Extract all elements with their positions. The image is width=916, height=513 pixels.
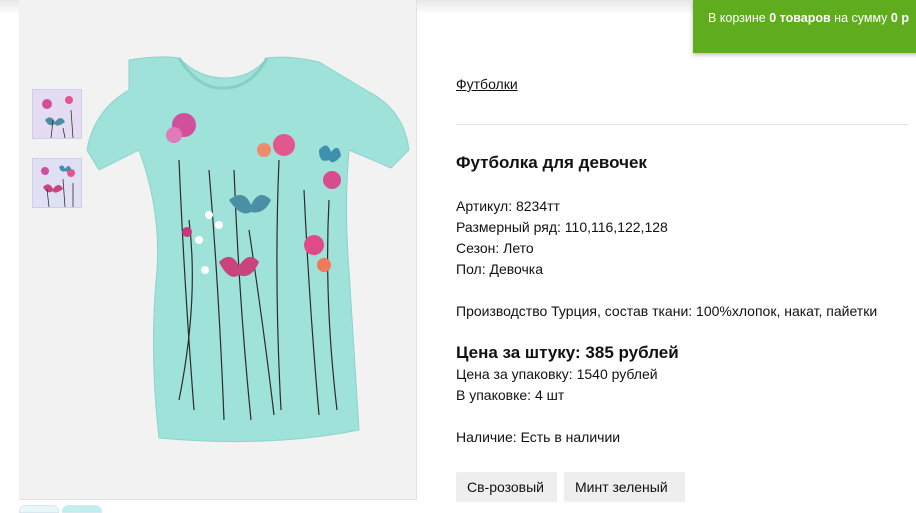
- price-per-pack: Цена за упаковку: 1540 рублей: [456, 366, 658, 382]
- product-gallery: [19, 0, 417, 500]
- price-per-unit: Цена за штуку: 385 рублей: [456, 343, 679, 362]
- season: Сезон: Лето: [456, 240, 534, 256]
- cart-notification[interactable]: В корзине 0 товаров на сумму 0 р: [693, 0, 916, 53]
- article: Артикул: 8234тт: [456, 198, 560, 214]
- gender: Пол: Девочка: [456, 261, 544, 277]
- bottom-thumbnail-2[interactable]: [62, 505, 102, 513]
- color-option-mint[interactable]: Минт зеленый: [564, 472, 685, 502]
- product-title: Футболка для девочек: [456, 153, 647, 172]
- thumbnail-lilac[interactable]: [32, 158, 82, 208]
- divider: [456, 124, 908, 125]
- size-range: Размерный ряд: 110,116,122,128: [456, 219, 668, 235]
- color-option-pink[interactable]: Св-розовый: [456, 472, 557, 502]
- cart-middle: на сумму: [830, 11, 891, 25]
- bottom-thumbnail-1[interactable]: [19, 505, 59, 513]
- thumbnail-pink-image: [42, 96, 74, 138]
- cart-prefix: В корзине: [708, 11, 770, 25]
- availability: Наличие: Есть в наличии: [456, 429, 621, 445]
- thumbnail-lilac-image: [41, 165, 75, 207]
- composition: Производство Турция, состав ткани: 100%х…: [456, 303, 878, 319]
- cart-sum: 0 р: [890, 11, 909, 25]
- main-product-image[interactable]: [19, 0, 417, 500]
- thumbnail-pink[interactable]: [32, 89, 82, 139]
- breadcrumb-category[interactable]: Футболки: [456, 76, 518, 92]
- cart-count: 0 товаров: [769, 11, 831, 25]
- pack-quantity: В упаковке: 4 шт: [456, 387, 565, 403]
